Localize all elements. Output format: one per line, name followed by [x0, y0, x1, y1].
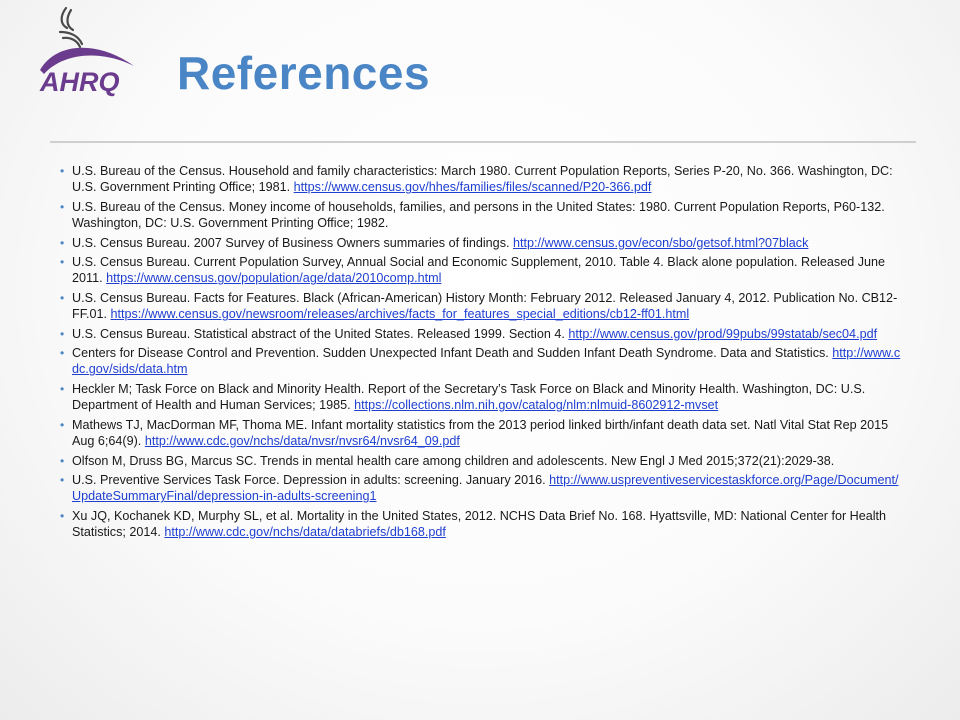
reference-item: • U.S. Preventive Services Task Force. De… [60, 472, 906, 505]
reference-item: • U.S. Bureau of the Census. Money income… [60, 199, 906, 232]
reference-link[interactable]: http://www.cdc.gov/nchs/data/databriefs/… [164, 525, 445, 539]
bullet-icon: • [60, 508, 65, 523]
bullet-icon: • [60, 326, 65, 341]
reference-link[interactable]: https://www.census.gov/hhes/families/fil… [294, 180, 652, 194]
reference-text: U.S. Bureau of the Census. Money income … [72, 199, 885, 231]
reference-item: • U.S. Census Bureau. Facts for Features.… [60, 290, 906, 323]
bullet-icon: • [60, 290, 65, 305]
reference-link[interactable]: http://www.census.gov/econ/sbo/getsof.ht… [513, 236, 808, 250]
reference-item: • Xu JQ, Kochanek KD, Murphy SL, et al. M… [60, 508, 906, 541]
reference-link[interactable]: https://collections.nlm.nih.gov/catalog/… [354, 398, 718, 412]
bullet-icon: • [60, 453, 65, 468]
reference-text: U.S. Census Bureau. Statistical abstract… [72, 326, 569, 341]
reference-item: • Centers for Disease Control and Prevent… [60, 345, 906, 378]
bullet-icon: • [60, 199, 65, 214]
bullet-icon: • [60, 235, 65, 250]
hhs-ahrq-logo-icon: AHRQ [39, 6, 134, 97]
reference-link[interactable]: http://www.census.gov/prod/99pubs/99stat… [568, 327, 877, 341]
reference-item: • Heckler M; Task Force on Black and Mino… [60, 381, 906, 414]
svg-text:AHRQ: AHRQ [39, 67, 120, 97]
reference-text: Olfson M, Druss BG, Marcus SC. Trends in… [72, 453, 835, 468]
reference-text: U.S. Preventive Services Task Force. Dep… [72, 472, 550, 487]
reference-list: • U.S. Bureau of the Census. Household an… [60, 163, 906, 544]
reference-text: U.S. Census Bureau. 2007 Survey of Busin… [72, 235, 513, 250]
reference-item: • U.S. Bureau of the Census. Household an… [60, 163, 906, 196]
page-title: References [177, 47, 431, 99]
reference-text: Centers for Disease Control and Preventi… [72, 346, 833, 361]
bullet-icon: • [60, 472, 65, 487]
reference-item: • U.S. Census Bureau. Current Population … [60, 254, 906, 287]
bullet-icon: • [60, 346, 65, 361]
bullet-icon: • [60, 381, 65, 396]
reference-link[interactable]: https://www.census.gov/newsroom/releases… [111, 307, 690, 321]
reference-item: • Mathews TJ, MacDorman MF, Thoma ME. Inf… [60, 417, 906, 450]
reference-item: • U.S. Census Bureau. Statistical abstrac… [60, 326, 906, 342]
reference-item: • Olfson M, Druss BG, Marcus SC. Trends i… [60, 453, 906, 469]
reference-link[interactable]: https://www.census.gov/population/age/da… [106, 271, 441, 285]
bullet-icon: • [60, 417, 65, 432]
bullet-icon: • [60, 164, 65, 178]
ahrq-logo: AHRQ [36, 4, 140, 100]
reference-item: • U.S. Census Bureau. 2007 Survey of Busi… [60, 235, 906, 251]
bullet-icon: • [60, 255, 65, 270]
reference-link[interactable]: http://www.cdc.gov/nchs/data/nvsr/nvsr64… [145, 434, 460, 448]
title-divider [50, 141, 916, 143]
